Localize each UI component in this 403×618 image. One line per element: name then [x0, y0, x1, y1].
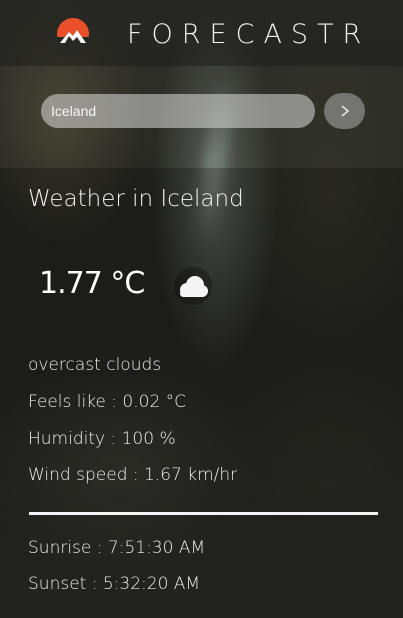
feels-like-text: Feels like : 0.02 °C — [28, 392, 187, 412]
cloud-icon — [166, 266, 220, 306]
sunset-text: Sunset : 5:32:20 AM — [28, 574, 201, 594]
search-submit-button[interactable] — [324, 93, 365, 129]
weather-description: overcast clouds — [28, 355, 162, 375]
mountain-sun-icon[interactable] — [57, 18, 89, 50]
wind-speed-text: Wind speed : 1.67 km/hr — [28, 465, 238, 485]
top-bar: FORECASTR — [0, 0, 403, 66]
city-search-input[interactable] — [41, 94, 315, 128]
temperature-value: 1.77 °C — [39, 266, 145, 301]
app-root: FORECASTR Weather in Iceland 1.77 °C ove… — [0, 0, 403, 618]
divider — [29, 512, 378, 515]
weather-title: Weather in Iceland — [28, 186, 244, 212]
chevron-right-icon — [341, 105, 349, 117]
sunrise-text: Sunrise : 7:51:30 AM — [28, 538, 206, 558]
humidity-text: Humidity : 100 % — [28, 429, 176, 449]
app-brand: FORECASTR — [127, 19, 371, 50]
